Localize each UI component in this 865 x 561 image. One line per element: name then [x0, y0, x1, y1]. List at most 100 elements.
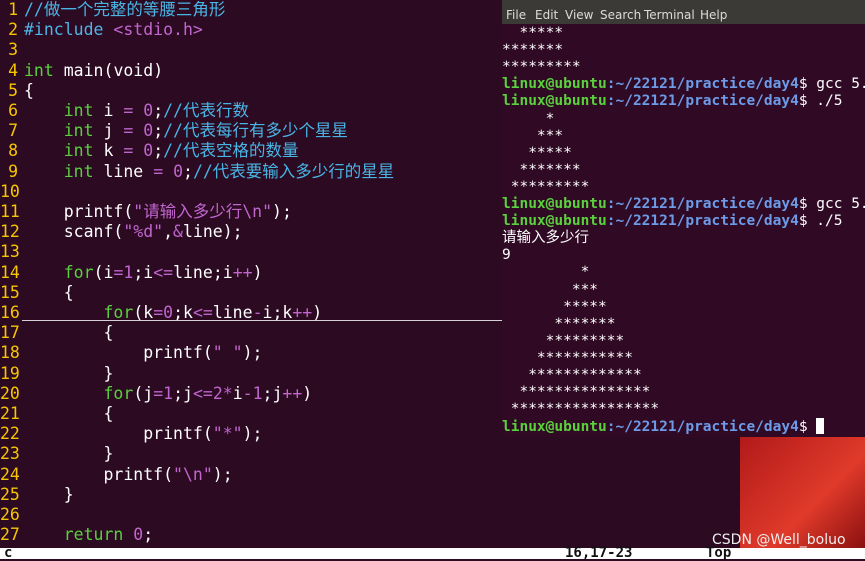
- code-text: }: [103, 444, 114, 464]
- code-text: scanf("%d",&line);: [63, 222, 243, 242]
- line-number: 22: [0, 424, 20, 444]
- code-line[interactable]: 23 }: [0, 444, 865, 464]
- line-number: 11: [0, 202, 20, 221]
- vim-status-bar: c 16,17-23 Top: [0, 545, 865, 561]
- prompt-command: $ ./5: [798, 93, 843, 110]
- terminal-output-line: *************: [502, 367, 642, 383]
- menu-search[interactable]: Search: [600, 8, 641, 22]
- menu-help[interactable]: Help: [700, 8, 727, 22]
- terminal-prompt-line: linux@ubuntu:~/22121/practice/day4$ gcc …: [502, 196, 865, 213]
- code-text: int k = 0;//代表空格的数量: [63, 141, 299, 161]
- terminal-output-line: *********: [502, 332, 625, 349]
- code-text: printf("请输入多少行\n");: [63, 202, 292, 221]
- terminal-prompt-line: linux@ubuntu:~/22121/practice/day4$ gcc …: [502, 76, 865, 93]
- terminal-output-line: *****: [502, 298, 607, 315]
- terminal-output-line: ***: [502, 127, 564, 144]
- prompt-path: :~/22121/practice/day4: [606, 419, 799, 436]
- code-text: printf("\n");: [103, 464, 233, 484]
- code-text: int i = 0;//代表行数: [63, 101, 249, 120]
- line-number: 14: [0, 262, 20, 282]
- prompt-command: $ gcc 5.c -o: [798, 196, 865, 212]
- terminal-output-line: *******: [502, 42, 564, 59]
- line-number: 20: [0, 383, 20, 403]
- code-text: int line = 0;//代表要输入多少行的星星: [63, 161, 395, 181]
- line-number: 16: [0, 303, 20, 322]
- menu-edit[interactable]: Edit: [535, 8, 558, 22]
- menu-view[interactable]: View: [565, 8, 593, 22]
- line-number: 24: [0, 464, 20, 484]
- code-text: {: [63, 282, 74, 302]
- prompt-command: $ gcc 5.c -o: [798, 76, 865, 93]
- line-number: 25: [0, 484, 20, 504]
- terminal-output-line: *********: [502, 178, 590, 195]
- terminal-window[interactable]: File Edit View Search Terminal Help ***** ****…: [502, 0, 865, 437]
- line-number: 9: [8, 161, 18, 181]
- line-number: 19: [0, 363, 20, 383]
- code-text: for(i=1;i<=line;i++): [63, 262, 263, 282]
- line-number: 13: [0, 242, 20, 262]
- code-text: return 0;: [63, 525, 154, 545]
- terminal-prompt-line: linux@ubuntu:~/22121/practice/day4$: [502, 418, 825, 436]
- line-number: 7: [8, 121, 18, 141]
- code-text: printf(" ");: [143, 343, 263, 363]
- prompt-path: :~/22121/practice/day4: [606, 76, 799, 93]
- prompt-path: :~/22121/practice/day4: [606, 93, 799, 110]
- code-text: for(j=1;j<=2*i-1;j++): [103, 383, 313, 403]
- prompt-command: $ ./5: [798, 213, 843, 230]
- watermark: CSDN @Well_boluo: [712, 532, 846, 548]
- code-text: printf("*");: [143, 424, 263, 444]
- code-line[interactable]: 25 }: [0, 485, 865, 505]
- terminal-output-line: *******: [502, 161, 581, 178]
- code-line[interactable]: 24 printf("\n");: [0, 465, 865, 485]
- code-text: #include <stdio.h>: [24, 20, 203, 40]
- line-number: 3: [8, 40, 18, 60]
- menu-terminal[interactable]: Terminal: [644, 8, 695, 22]
- code-text: }: [63, 484, 74, 504]
- terminal-output-line: *********: [502, 59, 581, 76]
- prompt-path: :~/22121/practice/day4: [606, 196, 799, 212]
- prompt-user: linux@ubuntu: [502, 419, 607, 436]
- line-number: 4: [8, 60, 18, 80]
- prompt-user: linux@ubuntu: [502, 76, 607, 93]
- terminal-output-line: 9: [502, 247, 511, 264]
- code-text: int main(void): [24, 60, 164, 80]
- line-number: 6: [8, 101, 18, 120]
- line-number: 21: [0, 404, 20, 423]
- code-text: int j = 0;//代表每行有多少个星星: [63, 121, 348, 141]
- terminal-output-line: *****************: [502, 401, 660, 418]
- line-number: 12: [0, 222, 20, 242]
- prompt-user: linux@ubuntu: [502, 213, 607, 230]
- menu-file[interactable]: File: [506, 8, 526, 22]
- terminal-output-line: 请输入多少行: [502, 230, 589, 247]
- code-text: {: [103, 323, 114, 343]
- terminal-output-line: *: [502, 264, 590, 281]
- prompt-path: :~/22121/practice/day4: [606, 213, 799, 230]
- terminal-cursor: [816, 418, 825, 435]
- code-text: {: [103, 404, 114, 423]
- line-number: 26: [0, 505, 20, 524]
- line-number: 17: [0, 323, 20, 343]
- code-text: }: [103, 363, 114, 383]
- terminal-prompt-line: linux@ubuntu:~/22121/practice/day4$ ./5: [502, 93, 842, 110]
- code-line[interactable]: 26: [0, 505, 865, 525]
- terminal-prompt-line: linux@ubuntu:~/22121/practice/day4$ ./5: [502, 213, 842, 230]
- line-number: 1: [8, 0, 18, 19]
- line-number: 10: [0, 181, 20, 201]
- terminal-output-line: ***************: [502, 384, 651, 401]
- line-number: 23: [0, 444, 20, 464]
- terminal-menubar: File Edit View Search Terminal Help: [502, 0, 865, 24]
- prompt-user: linux@ubuntu: [502, 93, 607, 110]
- code-text: //做一个完整的等腰三角形: [24, 0, 226, 19]
- cursorline-underline: [22, 320, 502, 321]
- code-text: {: [24, 80, 34, 100]
- line-number: 18: [0, 343, 20, 363]
- terminal-output-line: *: [502, 110, 555, 127]
- line-number: 2: [8, 20, 18, 40]
- line-number: 8: [8, 141, 18, 161]
- line-number: 5: [8, 80, 18, 100]
- terminal-output-line: *******: [502, 315, 616, 332]
- prompt-user: linux@ubuntu: [502, 196, 607, 212]
- terminal-output-line: *****: [502, 25, 564, 41]
- terminal-output-line: ***: [502, 281, 599, 298]
- line-number: 27: [0, 525, 20, 545]
